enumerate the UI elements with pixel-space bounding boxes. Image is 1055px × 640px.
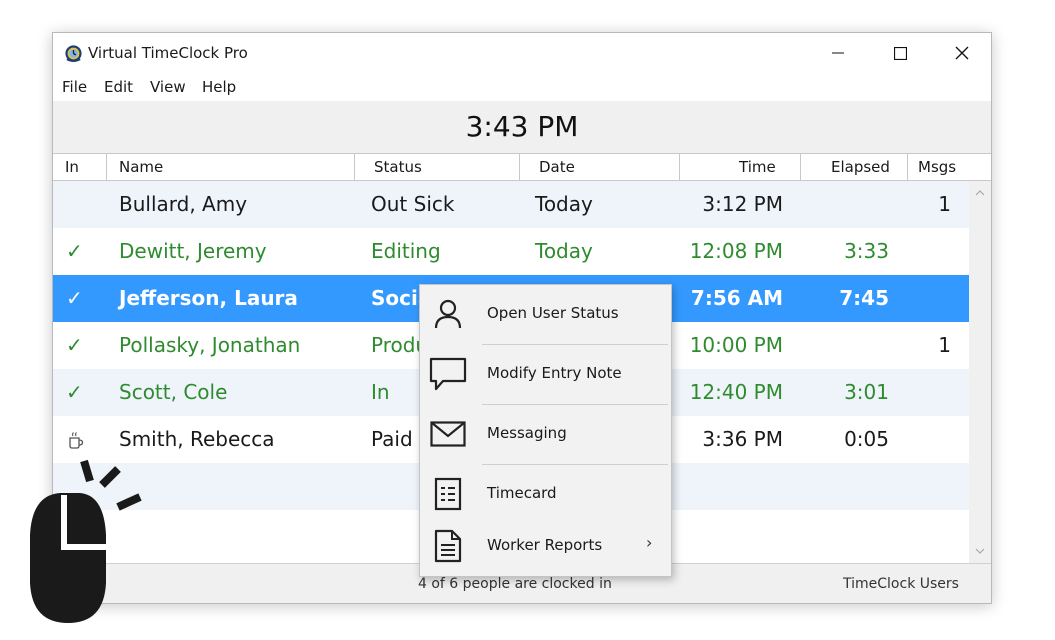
chevron-up-icon [975,190,985,196]
column-date[interactable]: Date [539,154,575,181]
time-cell: 3:12 PM [702,192,783,216]
column-time[interactable]: Time [739,154,776,181]
context-menu: Open User Status Modify Entry Note Messa… [419,284,672,577]
app-logo-icon [65,45,82,63]
speech-bubble-icon [429,357,467,391]
msgs-cell [913,416,951,463]
column-divider[interactable] [800,154,801,181]
menu-item-open-user-status[interactable]: Open User Status [420,285,671,343]
table-row[interactable]: ✓ Dewitt, Jeremy Editing Today 12:08 PM … [53,228,969,275]
coffee-cup-icon [69,432,84,449]
column-divider[interactable] [354,154,355,181]
name-cell: Pollasky, Jonathan [119,333,301,357]
menu-item-timecard[interactable]: Timecard [420,465,671,523]
table-row[interactable]: Bullard, Amy Out Sick Today 3:12 PM 1 [53,181,969,228]
status-cell: Editing [371,239,441,263]
elapsed-cell [813,181,889,228]
time-cell: 12:08 PM [689,239,783,263]
document-icon [429,529,467,563]
scroll-down-button[interactable] [969,541,991,561]
clock-panel: 3:43 PM [53,101,991,153]
name-cell: Bullard, Amy [119,192,248,216]
elapsed-cell: 0:05 [844,427,889,451]
menu-item-label: Worker Reports [487,536,603,554]
msgs-cell: 1 [938,333,951,357]
menu-file[interactable]: File [62,78,87,96]
vertical-scrollbar[interactable] [969,181,991,563]
name-cell: Scott, Cole [119,380,228,404]
date-cell: Today [535,192,593,216]
clocked-in-summary: 4 of 6 people are clocked in [418,576,612,592]
time-cell: 3:36 PM [702,427,783,451]
menu-item-label: Open User Status [487,304,619,322]
menu-bar: File Edit View Help [53,73,991,101]
status-cell: In [371,380,390,404]
maximize-button[interactable] [869,33,931,73]
msgs-cell: 1 [938,192,951,216]
msgs-cell [913,275,951,322]
menu-item-label: Modify Entry Note [487,364,622,382]
name-cell: Jefferson, Laura [119,286,298,310]
clocked-in-check-icon: ✓ [66,380,83,404]
name-cell: Dewitt, Jeremy [119,239,267,263]
column-msgs[interactable]: Msgs [918,154,956,181]
user-icon [429,297,467,331]
close-icon [955,46,969,60]
title-bar[interactable]: Virtual TimeClock Pro [53,33,991,73]
column-elapsed[interactable]: Elapsed [831,154,890,181]
elapsed-cell [813,322,889,369]
clocked-in-check-icon: ✓ [66,333,83,357]
status-cell: Out Sick [371,192,455,216]
elapsed-cell: 3:01 [844,380,889,404]
elapsed-cell: 7:45 [839,286,889,310]
chevron-down-icon [975,548,985,554]
submenu-arrow-icon: › [646,533,653,552]
column-divider[interactable] [519,154,520,181]
menu-item-label: Messaging [487,424,567,442]
window-title: Virtual TimeClock Pro [88,44,248,62]
column-status[interactable]: Status [374,154,422,181]
time-cell: 7:56 AM [690,286,783,310]
minimize-button[interactable] [807,33,869,73]
status-cell: Paid I [371,427,425,451]
menu-item-label: Timecard [487,484,557,502]
current-time: 3:43 PM [465,110,579,143]
user-group-label[interactable]: TimeClock Users [843,576,959,592]
time-cell: 12:40 PM [689,380,783,404]
time-cell: 10:00 PM [689,333,783,357]
clocked-in-check-icon: ✓ [66,239,83,263]
close-button[interactable] [931,33,993,73]
msgs-cell [913,228,951,275]
clocked-in-check-icon: ✓ [66,286,83,310]
column-name[interactable]: Name [119,154,163,181]
column-in[interactable]: In [65,154,79,181]
elapsed-cell: 3:33 [844,239,889,263]
minimize-icon [832,52,844,54]
menu-help[interactable]: Help [202,78,236,96]
grid-header: In Name Status Date Time Elapsed Msgs [53,153,991,181]
menu-view[interactable]: View [150,78,186,96]
menu-edit[interactable]: Edit [104,78,133,96]
envelope-icon [429,417,467,451]
msgs-cell [913,369,951,416]
scroll-up-button[interactable] [969,183,991,203]
right-click-mouse-icon [30,459,142,623]
column-divider[interactable] [106,154,107,181]
column-divider[interactable] [679,154,680,181]
column-divider[interactable] [907,154,908,181]
menu-item-modify-entry-note[interactable]: Modify Entry Note [420,345,671,403]
maximize-icon [893,46,907,60]
menu-item-worker-reports[interactable]: Worker Reports › [420,517,671,575]
date-cell: Today [535,239,593,263]
menu-item-messaging[interactable]: Messaging [420,405,671,463]
timecard-icon [429,477,467,511]
